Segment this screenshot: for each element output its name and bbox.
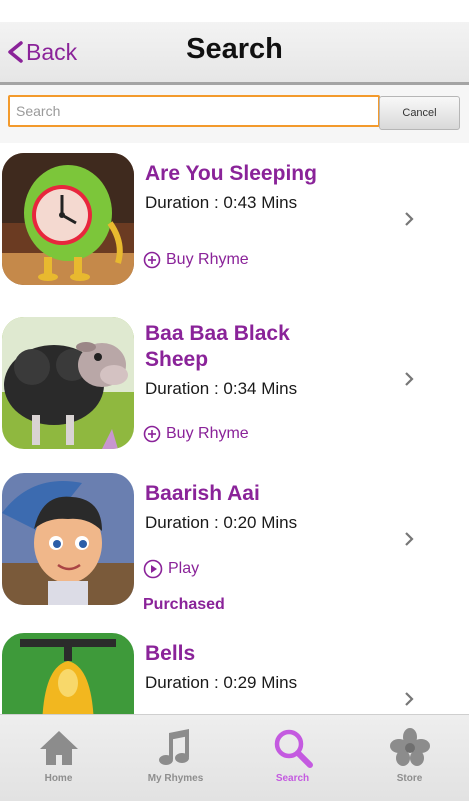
- tab-store[interactable]: Store: [351, 715, 468, 801]
- rhyme-duration: Duration : 0:43 Mins: [145, 193, 298, 212]
- music-note-icon: [159, 729, 189, 765]
- buy-rhyme-label: Buy Rhyme: [166, 251, 249, 268]
- chevron-right-icon: [405, 692, 414, 706]
- chevron-right-icon: [405, 532, 414, 546]
- rhyme-thumbnail: [2, 473, 134, 605]
- rhyme-title: Baa Baa Black Sheep: [145, 322, 290, 371]
- chevron-right-icon: [405, 372, 414, 386]
- tab-label: Home: [44, 773, 73, 784]
- list-item[interactable]: Bells Duration : 0:29 Mins: [0, 623, 469, 714]
- tab-bar: Home My Rhymes Search Store: [0, 714, 469, 801]
- home-icon: [40, 731, 78, 765]
- rhyme-title: Baarish Aai: [145, 482, 260, 505]
- tab-label: Search: [275, 773, 310, 784]
- rhyme-duration: Duration : 0:20 Mins: [145, 513, 298, 532]
- search-input[interactable]: [8, 95, 380, 127]
- rhyme-title: Bells: [145, 642, 196, 665]
- status-bar: [0, 0, 469, 22]
- rhyme-thumbnail: [2, 317, 134, 449]
- rhyme-duration: Duration : 0:29 Mins: [145, 673, 298, 692]
- list-item[interactable]: Baa Baa Black Sheep Duration : 0:34 Mins…: [0, 303, 469, 464]
- store-flower-icon: [390, 728, 430, 766]
- buy-rhyme-button[interactable]: Buy Rhyme: [143, 425, 249, 443]
- rhyme-list: Are You Sleeping Duration : 0:43 Mins Bu…: [0, 143, 469, 714]
- tab-label: My Rhymes: [147, 773, 204, 784]
- list-item[interactable]: Baarish Aai Duration : 0:20 Mins Play Pu…: [0, 463, 469, 624]
- rhyme-thumbnail: [2, 153, 134, 285]
- rhyme-duration: Duration : 0:34 Mins: [145, 379, 298, 398]
- tab-home[interactable]: Home: [0, 715, 117, 801]
- play-label: Play: [168, 560, 200, 577]
- list-item[interactable]: Are You Sleeping Duration : 0:43 Mins Bu…: [0, 143, 469, 304]
- page-title: Search: [186, 33, 283, 65]
- cancel-button[interactable]: Cancel: [379, 96, 460, 130]
- purchased-badge: Purchased: [143, 596, 225, 613]
- rhyme-title: Are You Sleeping: [145, 162, 317, 185]
- plus-circle-icon: [143, 251, 161, 269]
- tab-my-rhymes[interactable]: My Rhymes: [117, 715, 234, 801]
- buy-rhyme-label: Buy Rhyme: [166, 425, 249, 442]
- rhyme-thumbnail: [2, 633, 134, 714]
- tab-search[interactable]: Search: [234, 715, 351, 801]
- buy-rhyme-button[interactable]: Buy Rhyme: [143, 251, 249, 269]
- play-circle-icon: [143, 559, 163, 579]
- play-button[interactable]: Play: [143, 559, 199, 579]
- chevron-right-icon: [405, 212, 414, 226]
- tab-label: Store: [396, 773, 423, 784]
- search-icon: [274, 729, 313, 768]
- plus-circle-icon: [143, 425, 161, 443]
